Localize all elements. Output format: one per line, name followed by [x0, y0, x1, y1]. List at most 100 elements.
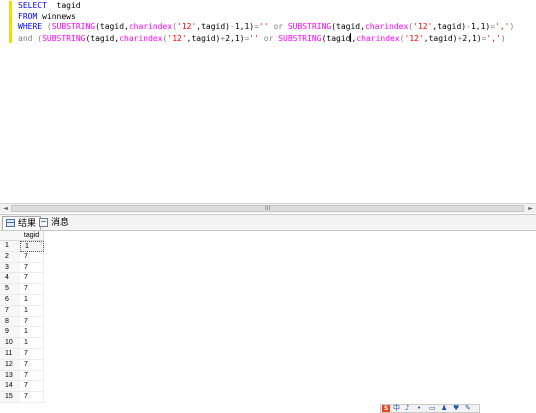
table-row[interactable]: 87	[0, 316, 44, 328]
cell-tagid[interactable]: 7	[20, 251, 44, 263]
row-number[interactable]: 2	[0, 251, 20, 263]
code-token: 1,1)	[234, 22, 255, 31]
code-token: 1,1)	[470, 22, 491, 31]
ime-chinese-mode-icon[interactable]: 中	[393, 405, 400, 412]
code-token: charindex	[128, 22, 173, 31]
row-number[interactable]: 4	[0, 273, 20, 285]
code-token: FROM	[18, 11, 38, 21]
table-row[interactable]: 27	[0, 251, 44, 263]
row-number[interactable]: 5	[0, 284, 20, 295]
code-line[interactable]: WHERE (SUBSTRING(tagid,charindex('12',ta…	[18, 22, 534, 33]
table-row[interactable]: 57	[0, 284, 44, 295]
row-number[interactable]: 12	[0, 359, 20, 371]
message-icon	[39, 218, 48, 227]
table-row[interactable]: 14 7	[0, 381, 44, 393]
cell-tagid[interactable]: 7	[20, 370, 44, 382]
code-token: tagid	[46, 1, 81, 10]
row-number[interactable]: 3	[0, 262, 20, 274]
cell-tagid[interactable]: 7	[20, 392, 44, 403]
cell-tagid[interactable]: 7	[20, 284, 44, 295]
row-number[interactable]: 13	[0, 370, 20, 382]
grid-corner[interactable]	[0, 231, 20, 241]
ime-toolbar[interactable]: S 中 ♪ • ▭ ♟ ♥ ✎	[380, 404, 480, 413]
grid-rows: 1 1 2 7 3 7 4 7 5 7 6 1 7 1 8 7 9 1 10 1 11 7 12 7 13 7 14 7 15 7	[0, 241, 44, 403]
scrollbar-thumb[interactable]: III	[11, 205, 524, 212]
code-token: SUBSTRING	[42, 33, 86, 43]
sql-code[interactable]: SELECT tagid FROM winnews WHERE (SUBSTRING…	[18, 1, 534, 43]
ime-heart-icon[interactable]: ♥	[453, 405, 459, 412]
code-token: ,tagid)	[196, 22, 230, 31]
code-token: (tagid	[321, 33, 351, 43]
table-row[interactable]: 61	[0, 294, 44, 306]
cell-tagid[interactable]: 1	[20, 305, 44, 317]
row-number[interactable]: 11	[0, 348, 20, 360]
code-token: (tagid,	[331, 22, 365, 31]
scroll-right-arrow-icon[interactable]: ►	[526, 205, 535, 213]
horizontal-scrollbar[interactable]: ◄ III ►	[0, 203, 536, 213]
table-row[interactable]: 10 1	[0, 338, 44, 349]
code-token: '12'	[177, 22, 197, 31]
row-number[interactable]: 6	[0, 294, 20, 306]
cell-tagid[interactable]: 1	[20, 294, 44, 306]
cell-tagid[interactable]: 1	[20, 241, 44, 252]
code-token: (tagid,	[85, 33, 120, 43]
table-row[interactable]: 11 7	[0, 348, 44, 360]
ime-skin-icon[interactable]: ♟	[441, 405, 447, 412]
ime-keyboard-icon[interactable]: ▭	[429, 405, 436, 412]
code-line[interactable]: FROM winnews	[18, 12, 534, 23]
sql-editor[interactable]: SELECT tagid FROM winnews WHERE (SUBSTRING…	[0, 0, 536, 203]
row-number[interactable]: 7	[0, 305, 20, 317]
table-row[interactable]: 91	[0, 327, 44, 339]
cell-tagid[interactable]: 7	[20, 381, 44, 393]
code-token: or	[273, 22, 284, 31]
results-grid[interactable]: tagid 1 1 2 7 3 7 4 7 5 7 6 1 7 1 8 7 9 1 10 1 11 7 12 7 13 7 14 7 1…	[0, 231, 536, 413]
row-number[interactable]: 14	[0, 381, 20, 393]
row-number[interactable]: 9	[0, 327, 20, 339]
cell-tagid[interactable]: 7	[20, 316, 44, 328]
code-token: winnews	[37, 11, 76, 21]
code-token: )	[509, 22, 515, 31]
table-row[interactable]: 71	[0, 305, 44, 317]
code-token: WHERE	[18, 22, 43, 31]
code-line[interactable]: SELECT tagid	[18, 1, 534, 12]
ime-tools-icon[interactable]: ✎	[465, 405, 471, 412]
cell-tagid[interactable]: 7	[20, 262, 44, 274]
cell-tagid[interactable]: 7	[20, 359, 44, 371]
code-token: ,tagid)	[186, 33, 221, 43]
cell-tagid[interactable]: 1	[20, 338, 44, 349]
code-token: ,tagid)	[423, 33, 458, 43]
tab-messages[interactable]: 消息	[36, 216, 73, 230]
code-line[interactable]: and (SUBSTRING(tagid,charindex('12',tagi…	[18, 32, 534, 44]
row-number[interactable]: 15	[0, 392, 20, 403]
table-row[interactable]: 15 7	[0, 392, 44, 403]
table-row[interactable]: 12 7	[0, 359, 44, 371]
code-token: ','	[495, 22, 510, 31]
scroll-left-arrow-icon[interactable]: ◄	[1, 205, 10, 213]
code-token: ''	[258, 22, 269, 31]
table-row[interactable]: 11	[0, 241, 44, 252]
ime-logo-icon[interactable]: S	[382, 405, 390, 412]
tab-messages-label: 消息	[51, 217, 70, 227]
row-number[interactable]: 8	[0, 316, 20, 328]
code-token: ,tagid)	[432, 22, 467, 31]
code-token: SUBSTRING	[278, 33, 322, 43]
code-token: 2,1)	[225, 33, 245, 43]
code-token: '12'	[404, 33, 424, 43]
cell-tagid[interactable]: 7	[20, 348, 44, 360]
code-token: charindex	[119, 33, 163, 43]
table-row[interactable]: 13 7	[0, 370, 44, 382]
code-token: charindex	[356, 33, 400, 43]
ime-dot-icon[interactable]: •	[417, 405, 421, 412]
code-token: '12'	[167, 33, 187, 43]
row-number[interactable]: 10	[0, 338, 20, 349]
editor-gutter	[0, 0, 8, 203]
code-token: )	[500, 33, 506, 43]
row-number[interactable]: 1	[0, 241, 20, 252]
table-row[interactable]: 47	[0, 273, 44, 285]
ime-punctuation-icon[interactable]: ♪	[405, 405, 409, 412]
code-token: SELECT	[18, 1, 47, 10]
cell-tagid[interactable]: 1	[20, 327, 44, 339]
table-row[interactable]: 37	[0, 262, 44, 274]
column-header-tagid[interactable]: tagid	[20, 231, 44, 241]
cell-tagid[interactable]: 7	[20, 273, 44, 285]
